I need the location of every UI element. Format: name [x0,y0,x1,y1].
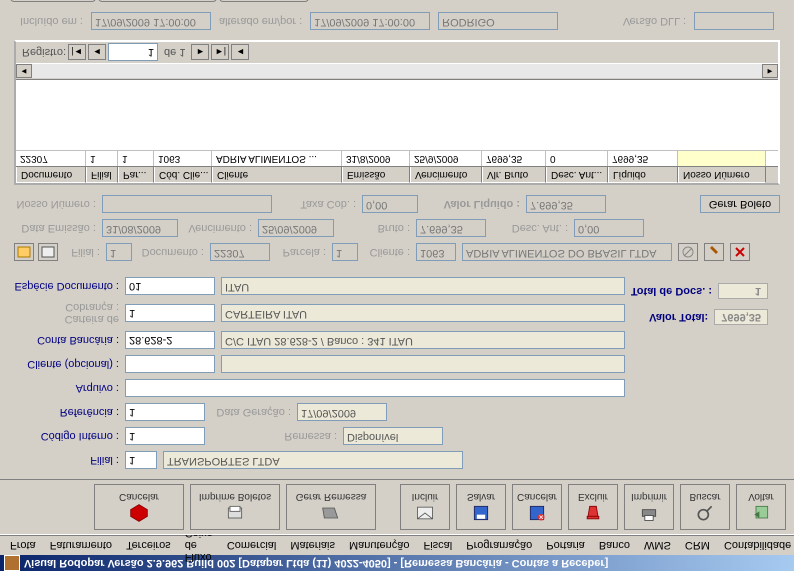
grid-panel: Documento Filial Par... Cód. Clie... Cli… [14,40,780,185]
codigo-interno-field[interactable] [125,427,205,445]
main-toolbar: Cancelar Imprime Boletos Gerar Remessa I… [0,479,794,535]
excluir-button[interactable]: Excluir [568,484,618,530]
menu-fiscal[interactable]: Fiscal [418,538,459,554]
filial-desc: TRANSPORTES LTDA [163,451,463,469]
menu-crm[interactable]: CRM [679,538,716,554]
menu-terceiros[interactable]: Terceiros [120,538,177,554]
carteira-desc: CARTEIRA ITAU [221,304,625,322]
salvar-button[interactable]: Salvar [456,484,506,530]
data-geracao-label: Data Geração : [211,406,291,418]
data-geracao-field: 17/09/2009 [297,403,387,421]
remessa-field: Disponível [343,427,443,445]
tab-phone[interactable]: (11) 4022-4050 [219,0,309,2]
menu-materiais[interactable]: Materiais [284,538,341,554]
scroll-left-icon[interactable]: ◄ [16,65,32,79]
grid-row[interactable]: 22307 1 1 1063 ADRIA ALIMENTOS ... 31/8/… [16,150,778,166]
menu-comercial[interactable]: Comercial [221,538,283,554]
carteira-field[interactable] [125,304,215,322]
grid-header: Documento Filial Par... Cód. Clie... Cli… [16,166,778,183]
nav-first-icon[interactable]: |◄ [68,45,86,61]
menu-wms[interactable]: WMS [638,538,677,554]
detail-edit-icon[interactable] [704,243,724,261]
menu-contabilidade[interactable]: Contabilidade [718,538,794,554]
detail-icon-2[interactable] [38,243,58,261]
tab-site[interactable]: www.datapar.com.br [98,0,217,2]
incluir-button[interactable]: Incluir [400,484,450,530]
buscar-button[interactable]: Buscar [680,484,730,530]
referencia-field[interactable] [125,403,205,421]
app-icon [4,555,20,571]
cancelar2-button[interactable]: Cancelar [94,484,184,530]
remessa-label: Remessa : [277,430,337,442]
carteira-label: Carteira de Cobrança : [14,301,119,325]
grid-hscroll[interactable]: ◄ ► [16,64,778,80]
menu-portaria[interactable]: Portaria [540,538,591,554]
nav-prev-icon[interactable]: ◄ [88,45,106,61]
menu-frota[interactable]: Frota [4,538,42,554]
nav-prev2-icon[interactable]: ◄ [231,45,249,61]
record-navigator: Registro: |◄ ◄ de 1 ► ►| ◄ [16,42,778,64]
arquivo-label: Arquivo : [14,382,119,394]
window-title: Visual Rodopar Versão 2.9.962 Build 002 … [24,557,608,569]
bottom-tabs: Datapar Ltda. www.datapar.com.br (11) 40… [0,0,794,2]
codigo-interno-label: Código Interno : [14,430,119,442]
cancelar-button[interactable]: Cancelar [512,484,562,530]
especie-desc: ITAU [221,277,625,295]
especie-field[interactable] [125,277,215,295]
totals-panel: Valor Total:7699,35 Total de Docs. :1 [631,273,768,325]
tab-datapar[interactable]: Datapar Ltda. [10,0,96,2]
nav-next-icon[interactable]: ► [191,45,209,61]
gerar-remessa-button[interactable]: Gerar Remessa [286,484,376,530]
cliente-opcional-label: Cliente (opcional) : [14,358,119,370]
grid-empty-area [16,80,778,150]
conta-bancaria-desc: C/C ITAU 28.628-2 / Banco : 341 ITAU [221,331,625,349]
filial-field[interactable] [125,451,157,469]
conta-bancaria-label: Conta Bancária : [14,334,119,346]
filial-label: Filial : [14,454,119,466]
menu-bar: Frota Faturamento Terceiros Fluxo de Cai… [0,535,794,555]
detail-icon-1[interactable] [14,243,34,261]
imprime-boletos-button[interactable]: Imprime Boletos [190,484,280,530]
detail-delete-icon[interactable] [730,243,750,261]
menu-programacao[interactable]: Programação [460,538,538,554]
conta-bancaria-field[interactable] [125,331,215,349]
menu-faturamento[interactable]: Faturamento [44,538,118,554]
voltar-button[interactable]: Voltar [736,484,786,530]
menu-manutencao[interactable]: Manutenção [343,538,416,554]
form-area: Valor Total:7699,35 Total de Docs. :1 Fi… [0,4,794,479]
arquivo-field[interactable] [125,379,625,397]
scroll-right-icon[interactable]: ► [762,65,778,79]
detail-cancel-icon[interactable] [678,243,698,261]
title-bar: Visual Rodopar Versão 2.9.962 Build 002 … [0,555,794,571]
audit-info: Incluído em : 17/09/2009 17:00:00 altera… [14,8,780,34]
gerar-boleto-button[interactable]: Gerar Boleto [700,195,780,213]
especie-label: Espécie Documento : [14,280,119,292]
referencia-label: Referência : [14,406,119,418]
cliente-opcional-field[interactable] [125,355,215,373]
nav-last-icon[interactable]: ►| [211,45,229,61]
nav-pos-field[interactable] [108,44,158,62]
menu-banco[interactable]: Banco [593,538,636,554]
imprimir-button[interactable]: Imprimir [624,484,674,530]
